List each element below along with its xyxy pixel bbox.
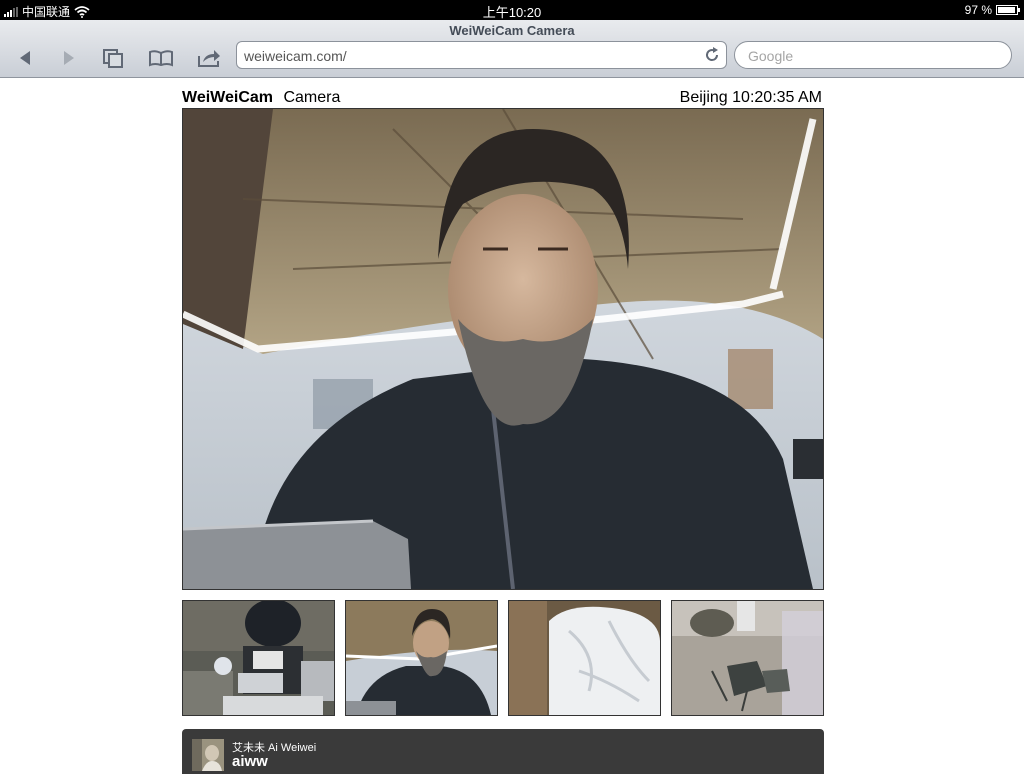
profile-bar[interactable]: 艾未未 Ai Weiwei aiww xyxy=(182,729,824,774)
camera-thumbnail-portrait[interactable] xyxy=(345,600,498,716)
camera-portrait xyxy=(346,601,497,715)
status-right: 97 % xyxy=(964,3,1020,17)
camera-bedroom xyxy=(509,601,660,715)
back-button[interactable] xyxy=(10,46,40,70)
camera-courtyard xyxy=(672,601,823,715)
camera-thumbnail-bedroom[interactable] xyxy=(508,600,661,716)
main-camera-image xyxy=(183,109,823,589)
page-title: WeiWeiCam Camera xyxy=(449,23,575,38)
battery-percent: 97 % xyxy=(964,3,992,17)
status-time: 上午10:20 xyxy=(482,5,542,20)
browser-toolbar: WeiWeiCam Camera weiweicam.com/ Google xyxy=(0,20,1024,78)
share-arrow-icon xyxy=(198,50,220,67)
address-bar[interactable]: weiweicam.com/ xyxy=(236,41,727,69)
share-button[interactable] xyxy=(194,46,224,70)
battery-icon xyxy=(996,5,1020,15)
page-header: WeiWeiCam Camera Beijing 10:20:35 AM xyxy=(182,88,824,108)
site-section: Camera xyxy=(283,89,341,106)
reload-button[interactable] xyxy=(702,45,722,65)
avatar[interactable] xyxy=(192,739,224,771)
tabs-button[interactable] xyxy=(98,46,128,70)
avatar-image xyxy=(192,739,224,771)
camera-thumbnail-desk[interactable] xyxy=(182,600,335,716)
main-camera-feed[interactable] xyxy=(182,108,824,590)
status-bar: 中国联通 上午10:20 97 % xyxy=(0,0,1024,20)
search-placeholder: Google xyxy=(748,48,794,64)
pages-icon xyxy=(103,49,123,68)
back-arrow-icon xyxy=(20,51,30,65)
search-field[interactable]: Google xyxy=(734,41,1012,69)
forward-arrow-icon xyxy=(64,51,74,65)
bookmarks-button[interactable] xyxy=(146,46,176,70)
book-icon xyxy=(149,50,173,67)
beijing-clock: Beijing 10:20:35 AM xyxy=(679,89,822,106)
camera-thumbnail-courtyard[interactable] xyxy=(671,600,824,716)
address-text: weiweicam.com/ xyxy=(244,48,347,64)
reload-icon xyxy=(706,47,719,61)
forward-button[interactable] xyxy=(54,46,84,70)
camera-desk-overhead xyxy=(183,601,334,715)
site-brand: WeiWeiCam xyxy=(182,89,273,106)
profile-handle[interactable]: aiww xyxy=(232,753,268,770)
